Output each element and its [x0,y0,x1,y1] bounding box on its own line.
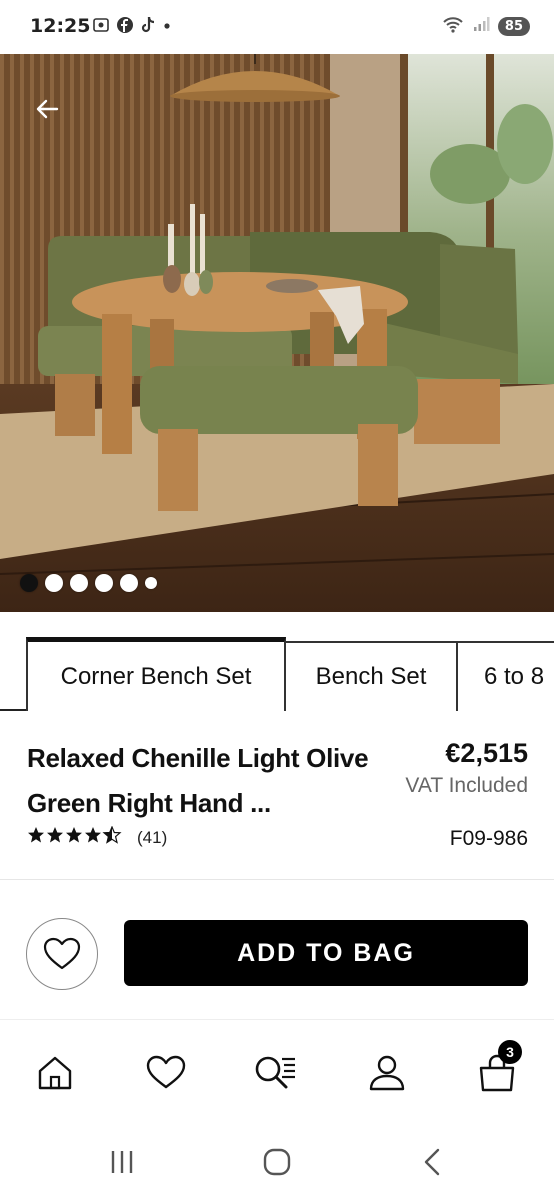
product-price: €2,515 [445,738,528,768]
system-back-button[interactable] [412,1144,452,1180]
star-icon [28,827,44,843]
star-icon [47,827,63,843]
nav-search[interactable] [250,1048,300,1098]
nav-bag[interactable]: 3 [472,1040,522,1098]
star-icon [66,827,82,843]
bag-count-badge: 3 [498,1040,522,1064]
wishlist-icon [146,1055,186,1089]
status-notification-icons [92,16,172,39]
wifi-icon [442,15,464,37]
image-pagination-dots[interactable] [20,574,157,592]
status-bar: 12:25 85 [0,0,554,54]
battery-indicator: 85 [497,16,530,36]
account-icon [369,1055,405,1091]
product-title[interactable]: Relaxed Chenille Light Olive Green Right… [27,736,387,826]
variant-tabs: Corner Bench Set Bench Set 6 to 8 [0,637,554,711]
system-home-button[interactable] [257,1144,297,1180]
pagination-dot[interactable] [95,574,113,592]
system-home-icon [263,1148,291,1176]
back-arrow-icon [36,99,59,119]
nav-account[interactable] [362,1048,412,1098]
pagination-dot[interactable] [145,577,157,589]
tab-corner-bench-set[interactable]: Corner Bench Set [26,637,286,711]
review-count[interactable]: (41) [137,828,167,848]
pagination-dot[interactable] [45,574,63,592]
vat-label: VAT Included [405,774,528,797]
product-image-gallery[interactable] [0,54,554,612]
pagination-dot[interactable] [70,574,88,592]
add-to-bag-button[interactable]: ADD TO BAG [124,920,528,986]
system-back-icon [424,1148,440,1176]
dot-icon [162,16,172,39]
search-icon [255,1056,295,1089]
star-rating [27,825,123,849]
recent-apps-icon [111,1151,133,1173]
status-system-icons: 85 [442,15,530,37]
product-rating[interactable]: (41) [27,825,167,849]
product-actions: ADD TO BAG [0,880,554,1020]
back-button[interactable] [26,88,68,130]
facebook-icon [116,16,134,39]
status-time: 12:25 [30,15,91,37]
tab-bench-set[interactable]: Bench Set [284,641,458,711]
screenshot-icon [92,16,110,39]
system-navigation-bar [0,1122,554,1200]
signal-icon [472,15,490,37]
home-icon [38,1056,72,1090]
product-sku: F09-986 [449,827,528,850]
tiktok-icon [140,16,156,39]
heart-icon [43,937,81,970]
pagination-dot[interactable] [20,574,38,592]
product-info: Relaxed Chenille Light Olive Green Right… [0,730,554,880]
recent-apps-button[interactable] [102,1144,142,1180]
star-icon [85,827,101,843]
product-image [0,54,554,612]
add-to-wishlist-button[interactable] [26,918,98,990]
tab-6-to-8[interactable]: 6 to 8 [456,641,554,711]
half-star-icon [102,825,122,844]
pagination-dot[interactable] [120,574,138,592]
nav-home[interactable] [30,1048,80,1098]
nav-wishlist[interactable] [141,1048,191,1098]
bottom-navigation: 3 [0,1030,554,1120]
